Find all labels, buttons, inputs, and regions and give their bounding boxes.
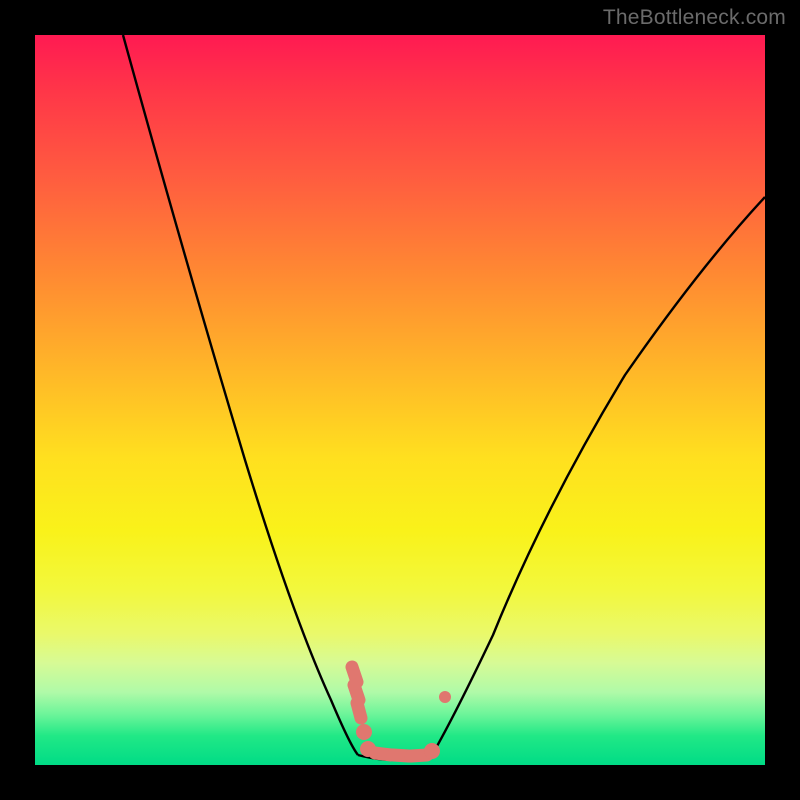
chart-frame: TheBottleneck.com: [0, 0, 800, 800]
plot-area: [35, 35, 765, 765]
marker-dot-icon: [424, 743, 440, 759]
watermark-label: TheBottleneck.com: [603, 6, 786, 30]
curve-layer: [35, 35, 765, 765]
marker-dot-icon: [356, 724, 372, 740]
marker-dash-icon: [357, 703, 361, 718]
curve-right-branch: [432, 197, 765, 755]
marker-group: [352, 667, 451, 759]
marker-dash-icon: [411, 755, 427, 756]
marker-dot-icon: [439, 691, 451, 703]
curve-left-branch: [123, 35, 358, 755]
